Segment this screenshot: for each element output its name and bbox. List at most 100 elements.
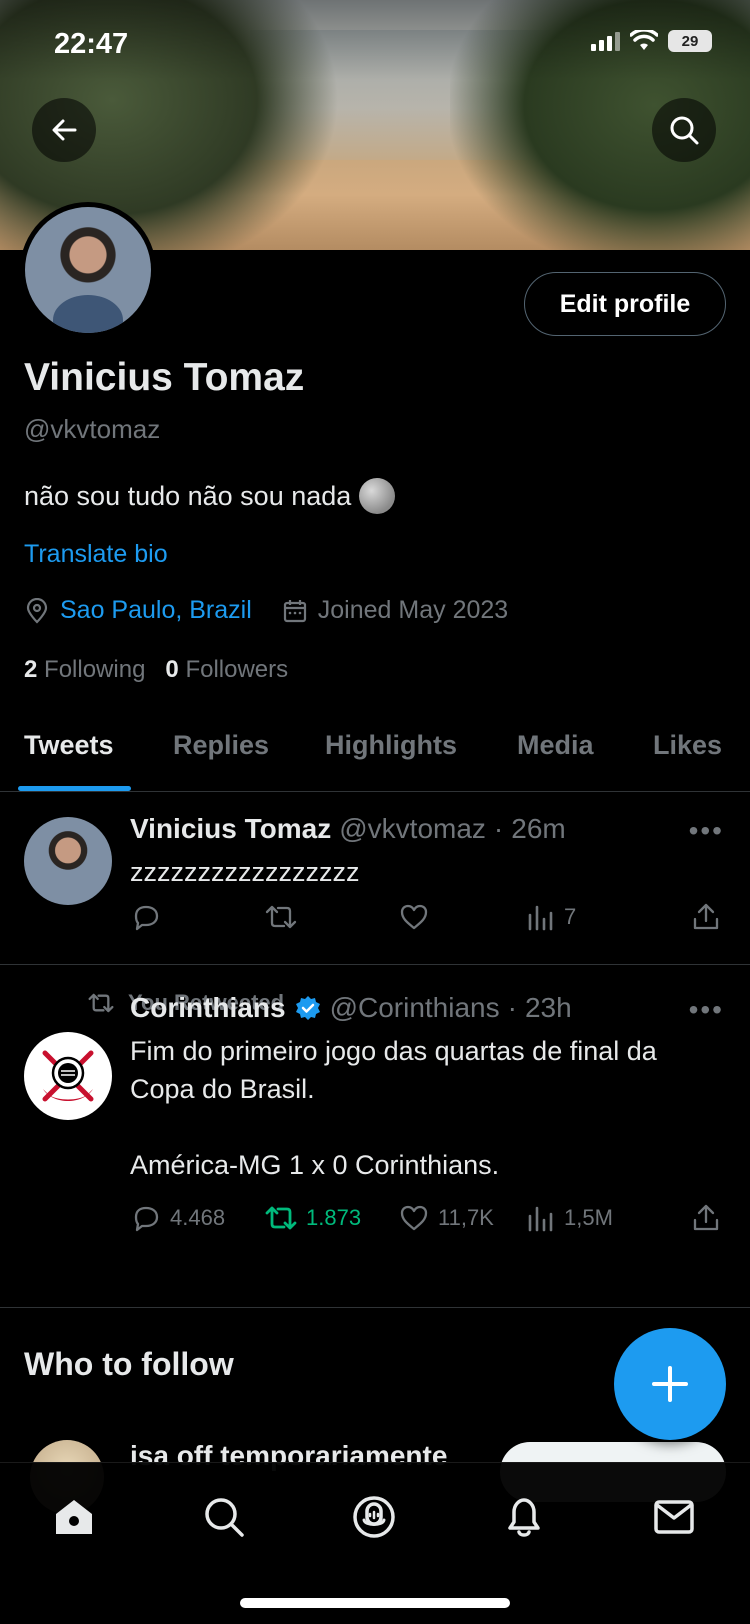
calendar-icon bbox=[283, 599, 306, 622]
mail-icon bbox=[654, 1500, 694, 1534]
like-count: 11,7K bbox=[438, 1205, 494, 1230]
reply-button[interactable]: 4.468 bbox=[130, 1202, 225, 1234]
followers-link[interactable]: 0 Followers bbox=[165, 656, 288, 684]
location-link[interactable]: Sao Paulo, Brazil bbox=[60, 596, 252, 625]
back-button[interactable] bbox=[32, 98, 96, 162]
tab-media[interactable]: Media bbox=[517, 730, 594, 761]
bio-text: não sou tudo não sou nada bbox=[24, 480, 352, 511]
tweet-header: Corinthians @Corinthians · 23h bbox=[130, 992, 572, 1024]
compose-tweet-button[interactable] bbox=[614, 1328, 726, 1440]
status-icons: 29 bbox=[591, 30, 712, 52]
views-icon bbox=[528, 905, 553, 931]
spaces-icon bbox=[353, 1496, 395, 1538]
tweet-text-line: Fim do primeiro jogo das quartas de fina… bbox=[130, 1036, 657, 1066]
profile-avatar[interactable] bbox=[20, 202, 156, 338]
nav-spaces[interactable] bbox=[350, 1493, 398, 1541]
status-bar: 22:47 29 bbox=[0, 0, 750, 88]
share-button[interactable] bbox=[690, 901, 722, 933]
tweet-dot: · bbox=[493, 813, 504, 844]
views-button[interactable]: 7 bbox=[526, 901, 576, 933]
tweet-text-line: Copa do Brasil. bbox=[130, 1074, 315, 1104]
battery-indicator: 29 bbox=[668, 30, 712, 52]
nav-messages[interactable] bbox=[650, 1493, 698, 1541]
tweet[interactable]: Vinicius Tomaz @vkvtomaz · 26m ••• zzzzz… bbox=[0, 793, 750, 965]
views-button[interactable]: 1,5M bbox=[526, 1202, 613, 1234]
nav-notifications[interactable] bbox=[500, 1493, 548, 1541]
nav-home[interactable] bbox=[50, 1493, 98, 1541]
reply-icon bbox=[134, 1206, 159, 1232]
tweet-author-handle[interactable]: @vkvtomaz bbox=[339, 813, 486, 845]
bell-icon bbox=[508, 1498, 540, 1537]
tweet-header: Vinicius Tomaz @vkvtomaz · 26m bbox=[130, 813, 566, 845]
followers-count: 0 bbox=[165, 656, 179, 683]
translate-bio-link[interactable]: Translate bio bbox=[24, 540, 168, 569]
tweet-author-name[interactable]: Vinicius Tomaz bbox=[130, 813, 331, 845]
tweet[interactable]: Corinthians @Corinthians · 23h ••• Fim d… bbox=[0, 966, 750, 1308]
tweet-author-handle[interactable]: @Corinthians bbox=[330, 992, 500, 1024]
like-button[interactable] bbox=[398, 901, 430, 933]
tab-tweets[interactable]: Tweets bbox=[24, 730, 114, 761]
share-button[interactable] bbox=[690, 1202, 722, 1234]
home-indicator[interactable] bbox=[240, 1598, 510, 1608]
tab-highlights[interactable]: Highlights bbox=[325, 730, 457, 761]
tweet-avatar[interactable] bbox=[24, 1032, 112, 1120]
following-link[interactable]: 2 Following bbox=[24, 656, 145, 684]
reply-icon bbox=[134, 905, 159, 931]
like-icon bbox=[400, 904, 428, 930]
like-icon bbox=[400, 1205, 428, 1231]
tweet-author-name[interactable]: Corinthians bbox=[130, 992, 286, 1024]
tweet-avatar[interactable] bbox=[24, 817, 112, 905]
like-button[interactable]: 11,7K bbox=[398, 1202, 494, 1234]
who-to-follow-title: Who to follow bbox=[24, 1346, 234, 1382]
tab-likes[interactable]: Likes bbox=[653, 730, 722, 761]
share-icon bbox=[693, 1204, 719, 1231]
wifi-icon bbox=[630, 30, 658, 50]
tweet-actions: 4.468 1.873 11,7K 1,5M bbox=[130, 1202, 726, 1242]
verified-icon bbox=[295, 996, 320, 1020]
follow-counts: 2 Following 0 Followers bbox=[24, 656, 288, 684]
tweet-dot: · bbox=[507, 992, 517, 1023]
tweet-text-line: América-MG 1 x 0 Corinthians. bbox=[130, 1150, 500, 1180]
tweet-text: zzzzzzzzzzzzzzzzz bbox=[130, 857, 360, 887]
location-pin-icon bbox=[26, 597, 48, 624]
nav-search[interactable] bbox=[200, 1493, 248, 1541]
views-count: 1,5M bbox=[564, 1205, 613, 1230]
following-count: 2 bbox=[24, 656, 38, 683]
followers-label: Followers bbox=[185, 656, 289, 683]
joined-date: Joined May 2023 bbox=[317, 596, 509, 624]
tweet-time[interactable]: 23h bbox=[525, 992, 572, 1024]
following-label: Following bbox=[44, 656, 146, 683]
plus-icon bbox=[652, 1366, 688, 1402]
corinthians-crest-icon bbox=[42, 1050, 94, 1102]
tweet-actions: 7 bbox=[130, 901, 726, 941]
status-time: 22:47 bbox=[54, 28, 129, 60]
retweet-icon bbox=[265, 1206, 297, 1230]
more-options-button[interactable]: ••• bbox=[689, 815, 724, 847]
profile-bio: não sou tudo não sou nada bbox=[24, 478, 396, 514]
profile-handle: @vkvtomaz bbox=[24, 414, 161, 444]
search-icon bbox=[205, 1498, 244, 1537]
retweet-button[interactable] bbox=[264, 901, 298, 933]
tweet-time[interactable]: 26m bbox=[511, 813, 565, 845]
reply-button[interactable] bbox=[130, 901, 162, 933]
tab-replies[interactable]: Replies bbox=[173, 730, 269, 761]
retweet-count: 1.873 bbox=[306, 1205, 362, 1230]
edit-profile-button[interactable]: Edit profile bbox=[524, 272, 726, 336]
profile-tabs: Tweets Replies Highlights Media Likes bbox=[0, 700, 750, 792]
back-arrow-icon bbox=[52, 119, 77, 141]
share-icon bbox=[693, 903, 719, 930]
search-button[interactable] bbox=[652, 98, 716, 162]
profile-name: Vinicius Tomaz bbox=[24, 356, 305, 399]
profile-meta: Sao Paulo, Brazil Joined May 2023 bbox=[24, 596, 508, 625]
views-count: 7 bbox=[564, 904, 577, 929]
search-icon bbox=[670, 116, 699, 145]
more-options-button[interactable]: ••• bbox=[689, 994, 724, 1026]
active-tab-indicator bbox=[18, 786, 131, 791]
signal-icon bbox=[591, 31, 620, 51]
moon-emoji-icon bbox=[359, 478, 396, 514]
home-icon bbox=[56, 1500, 92, 1534]
reply-count: 4.468 bbox=[170, 1205, 226, 1230]
retweet-icon bbox=[265, 905, 297, 929]
retweet-button[interactable]: 1.873 bbox=[264, 1202, 361, 1234]
views-icon bbox=[528, 1206, 553, 1232]
